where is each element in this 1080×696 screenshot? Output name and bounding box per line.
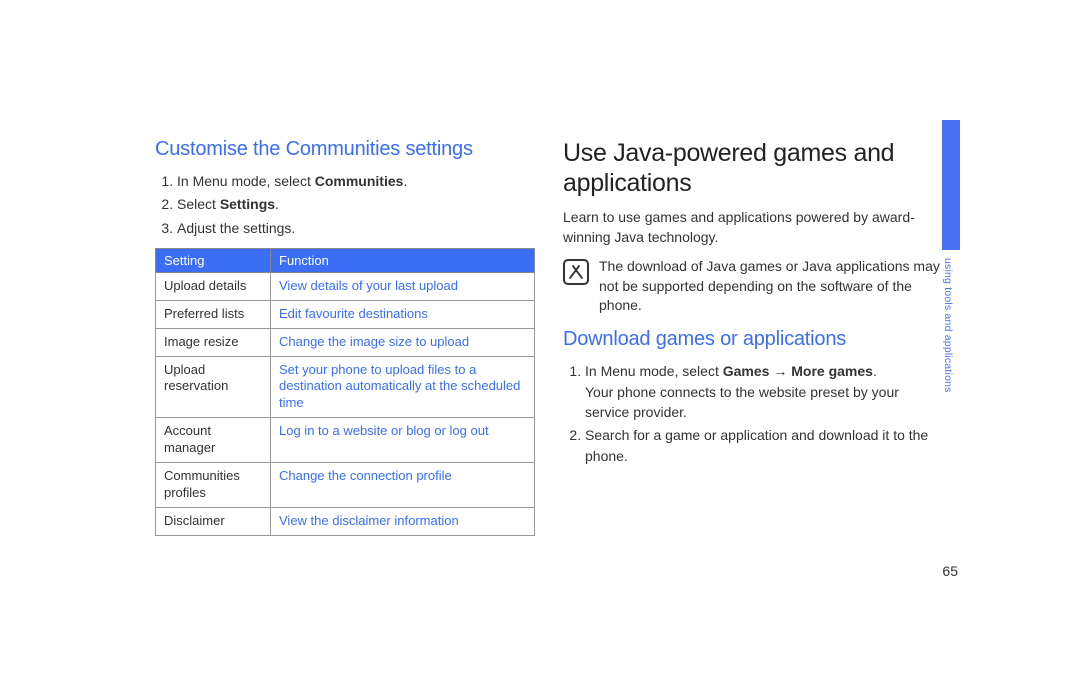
cell-setting: Upload details: [156, 272, 271, 300]
cell-function: View the disclaimer information: [271, 507, 535, 535]
step-text: .: [275, 196, 279, 212]
cell-function: View details of your last upload: [271, 272, 535, 300]
right-subheading: Download games or applications: [563, 328, 943, 351]
left-column: Customise the Communities settings In Me…: [155, 138, 535, 578]
right-steps: In Menu mode, select Games → More games.…: [563, 361, 943, 466]
table-header-row: Setting Function: [156, 248, 535, 272]
page-content: Customise the Communities settings In Me…: [155, 138, 940, 578]
cell-function: Log in to a website or blog or log out: [271, 418, 535, 463]
cell-function: Set your phone to upload files to a dest…: [271, 356, 535, 418]
cell-setting: Image resize: [156, 328, 271, 356]
cell-function: Change the connection profile: [271, 463, 535, 508]
table-row: Image resizeChange the image size to upl…: [156, 328, 535, 356]
step-text: In Menu mode, select: [585, 363, 723, 379]
left-step-1: In Menu mode, select Communities.: [177, 171, 535, 191]
table-row: DisclaimerView the disclaimer informatio…: [156, 507, 535, 535]
step-text: Select: [177, 196, 220, 212]
table-row: Upload detailsView details of your last …: [156, 272, 535, 300]
right-title: Use Java-powered games and applications: [563, 138, 943, 198]
right-intro: Learn to use games and applications powe…: [563, 208, 943, 247]
right-step-2: Search for a game or application and dow…: [585, 425, 943, 466]
settings-table: Setting Function Upload detailsView deta…: [155, 248, 535, 536]
left-step-3: Adjust the settings.: [177, 218, 535, 238]
left-step-2: Select Settings.: [177, 194, 535, 214]
step-bold: Games: [723, 363, 770, 379]
step-text: .: [873, 363, 877, 379]
step-text: Adjust the settings.: [177, 220, 295, 236]
note-icon: [563, 259, 589, 285]
step-sub: Your phone connects to the website prese…: [585, 383, 943, 422]
table-row: Account managerLog in to a website or bl…: [156, 418, 535, 463]
step-bold: Settings: [220, 196, 275, 212]
step-bold: More games: [791, 363, 873, 379]
right-step-1: In Menu mode, select Games → More games.…: [585, 361, 943, 422]
cell-function: Edit favourite destinations: [271, 300, 535, 328]
side-tab-label: using tools and applications: [942, 250, 954, 450]
table-row: Communities profilesChange the connectio…: [156, 463, 535, 508]
table-row: Upload reservationSet your phone to uplo…: [156, 356, 535, 418]
cell-function: Change the image size to upload: [271, 328, 535, 356]
th-setting: Setting: [156, 248, 271, 272]
left-heading: Customise the Communities settings: [155, 138, 535, 161]
side-tab-marker: [942, 120, 960, 250]
cell-setting: Upload reservation: [156, 356, 271, 418]
step-text: .: [403, 173, 407, 189]
step-bold: Communities: [315, 173, 404, 189]
cell-setting: Preferred lists: [156, 300, 271, 328]
step-text: Search for a game or application and dow…: [585, 427, 928, 463]
cell-setting: Disclaimer: [156, 507, 271, 535]
right-column: Use Java-powered games and applications …: [563, 138, 943, 578]
side-tab: using tools and applications: [942, 120, 960, 460]
cell-setting: Communities profiles: [156, 463, 271, 508]
th-function: Function: [271, 248, 535, 272]
note-text: The download of Java games or Java appli…: [599, 257, 943, 316]
cell-setting: Account manager: [156, 418, 271, 463]
note-block: The download of Java games or Java appli…: [563, 257, 943, 316]
page-number: 65: [942, 563, 958, 579]
step-text: In Menu mode, select: [177, 173, 315, 189]
step-text: →: [769, 363, 791, 379]
left-steps: In Menu mode, select Communities. Select…: [155, 171, 535, 238]
table-row: Preferred listsEdit favourite destinatio…: [156, 300, 535, 328]
